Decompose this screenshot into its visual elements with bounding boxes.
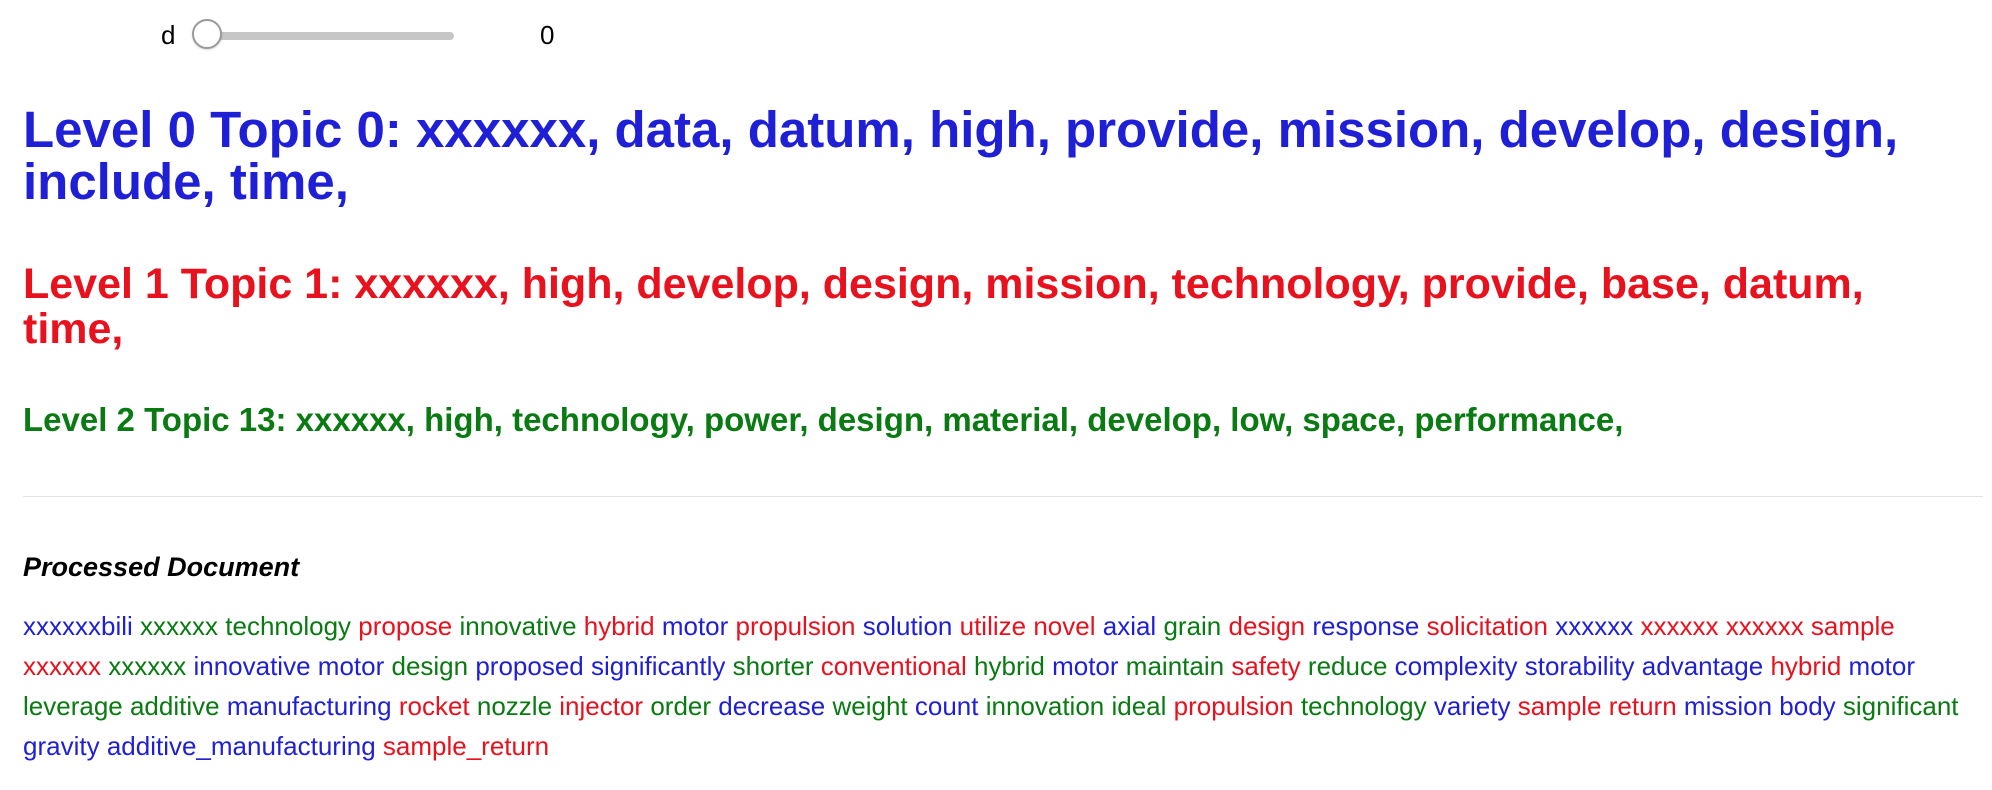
document-word: xxxxxx — [1555, 611, 1634, 641]
document-word: xxxxxx — [1640, 611, 1719, 641]
document-word: nozzle — [476, 691, 553, 721]
document-word: weight — [832, 691, 908, 721]
document-word: propulsion — [1173, 691, 1294, 721]
document-word: xxxxxx — [108, 651, 187, 681]
document-word: leverage — [23, 691, 123, 721]
document-word: ideal — [1111, 691, 1167, 721]
slider-value: 0 — [540, 20, 555, 50]
slider-track[interactable] — [206, 32, 454, 40]
document-word: motor — [1052, 651, 1119, 681]
document-word: safety — [1231, 651, 1301, 681]
depth-slider-row: d 0 — [0, 14, 700, 58]
document-word: complexity — [1394, 651, 1518, 681]
section-divider — [23, 496, 1983, 497]
document-word: return — [1608, 691, 1677, 721]
document-word: design — [1228, 611, 1306, 641]
document-word: hybrid — [974, 651, 1045, 681]
document-word: conventional — [820, 651, 967, 681]
slider-label: d — [161, 20, 176, 50]
document-word: gravity — [23, 731, 100, 761]
document-word: significant — [1842, 691, 1959, 721]
document-word: maintain — [1125, 651, 1225, 681]
document-word: response — [1312, 611, 1420, 641]
document-word: manufacturing — [226, 691, 392, 721]
document-word: additive_manufacturing — [106, 731, 376, 761]
document-word: order — [650, 691, 712, 721]
document-word: axial — [1102, 611, 1157, 641]
document-word: xxxxxxbili — [23, 611, 133, 641]
document-word: advantage — [1641, 651, 1764, 681]
topic-level-1: Level 1 Topic 1: xxxxxx, high, develop, … — [23, 260, 1864, 353]
document-word: sample_return — [382, 731, 550, 761]
topic-viewer-page: d 0 Level 0 Topic 0: xxxxxx, data, datum… — [0, 0, 1992, 790]
document-word: storability — [1524, 651, 1635, 681]
processed-document-body: xxxxxxbili xxxxxx technology propose inn… — [23, 606, 1963, 766]
document-word: utilize — [959, 611, 1027, 641]
document-word: grain — [1163, 611, 1222, 641]
document-word: rocket — [398, 691, 470, 721]
document-word: sample — [1810, 611, 1895, 641]
document-word: injector — [559, 691, 644, 721]
document-word: solicitation — [1426, 611, 1548, 641]
document-word: proposed — [475, 651, 584, 681]
document-word: count — [914, 691, 979, 721]
document-word: motor — [317, 651, 385, 681]
document-word: innovative — [459, 611, 577, 641]
document-word: solution — [862, 611, 953, 641]
document-word: innovative — [193, 651, 311, 681]
document-word: xxxxxx — [1725, 611, 1804, 641]
document-word: propulsion — [735, 611, 856, 641]
topic-level-2: Level 2 Topic 13: xxxxxx, high, technolo… — [23, 401, 1624, 438]
document-word: technology — [1300, 691, 1427, 721]
document-word: xxxxxx — [23, 651, 101, 681]
document-word: body — [1779, 691, 1836, 721]
document-word: design — [391, 651, 469, 681]
topic-level-0: Level 0 Topic 0: xxxxxx, data, datum, hi… — [23, 101, 1899, 210]
processed-document-title: Processed Document — [23, 552, 300, 582]
document-word: sample — [1517, 691, 1602, 721]
document-word: decrease — [718, 691, 826, 721]
document-word: technology — [225, 611, 352, 641]
document-word: xxxxxx — [140, 611, 219, 641]
slider-thumb[interactable] — [192, 19, 222, 49]
document-word: motor — [1848, 651, 1915, 681]
document-word: novel — [1033, 611, 1096, 641]
document-word: variety — [1433, 691, 1511, 721]
document-word: additive — [129, 691, 220, 721]
document-word: innovation — [985, 691, 1105, 721]
document-word: mission — [1683, 691, 1773, 721]
document-word: hybrid — [1770, 651, 1842, 681]
document-word: reduce — [1307, 651, 1388, 681]
document-word: shorter — [732, 651, 814, 681]
document-word: propose — [358, 611, 453, 641]
document-word: hybrid — [583, 611, 655, 641]
document-word: significantly — [591, 651, 726, 681]
document-word: motor — [661, 611, 729, 641]
